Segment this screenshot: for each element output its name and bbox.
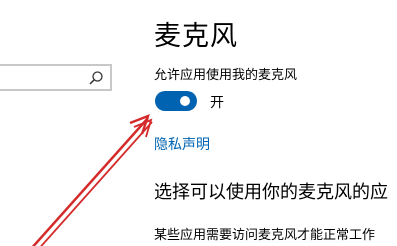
- microphone-access-toggle[interactable]: [155, 91, 197, 111]
- search-icon[interactable]: [88, 70, 104, 86]
- microphone-permission-label: 允许应用使用我的麦克风: [154, 68, 298, 83]
- search-input[interactable]: [0, 64, 112, 91]
- section-heading: 选择可以使用你的麦克风的应: [154, 182, 388, 203]
- privacy-statement-link[interactable]: 隐私声明: [154, 134, 210, 154]
- page-title: 麦克风: [154, 21, 238, 52]
- toggle-state-text: 开: [210, 95, 224, 111]
- section-description: 某些应用需要访问麦克风才能正常工作: [154, 228, 376, 243]
- toggle-knob: [180, 96, 190, 106]
